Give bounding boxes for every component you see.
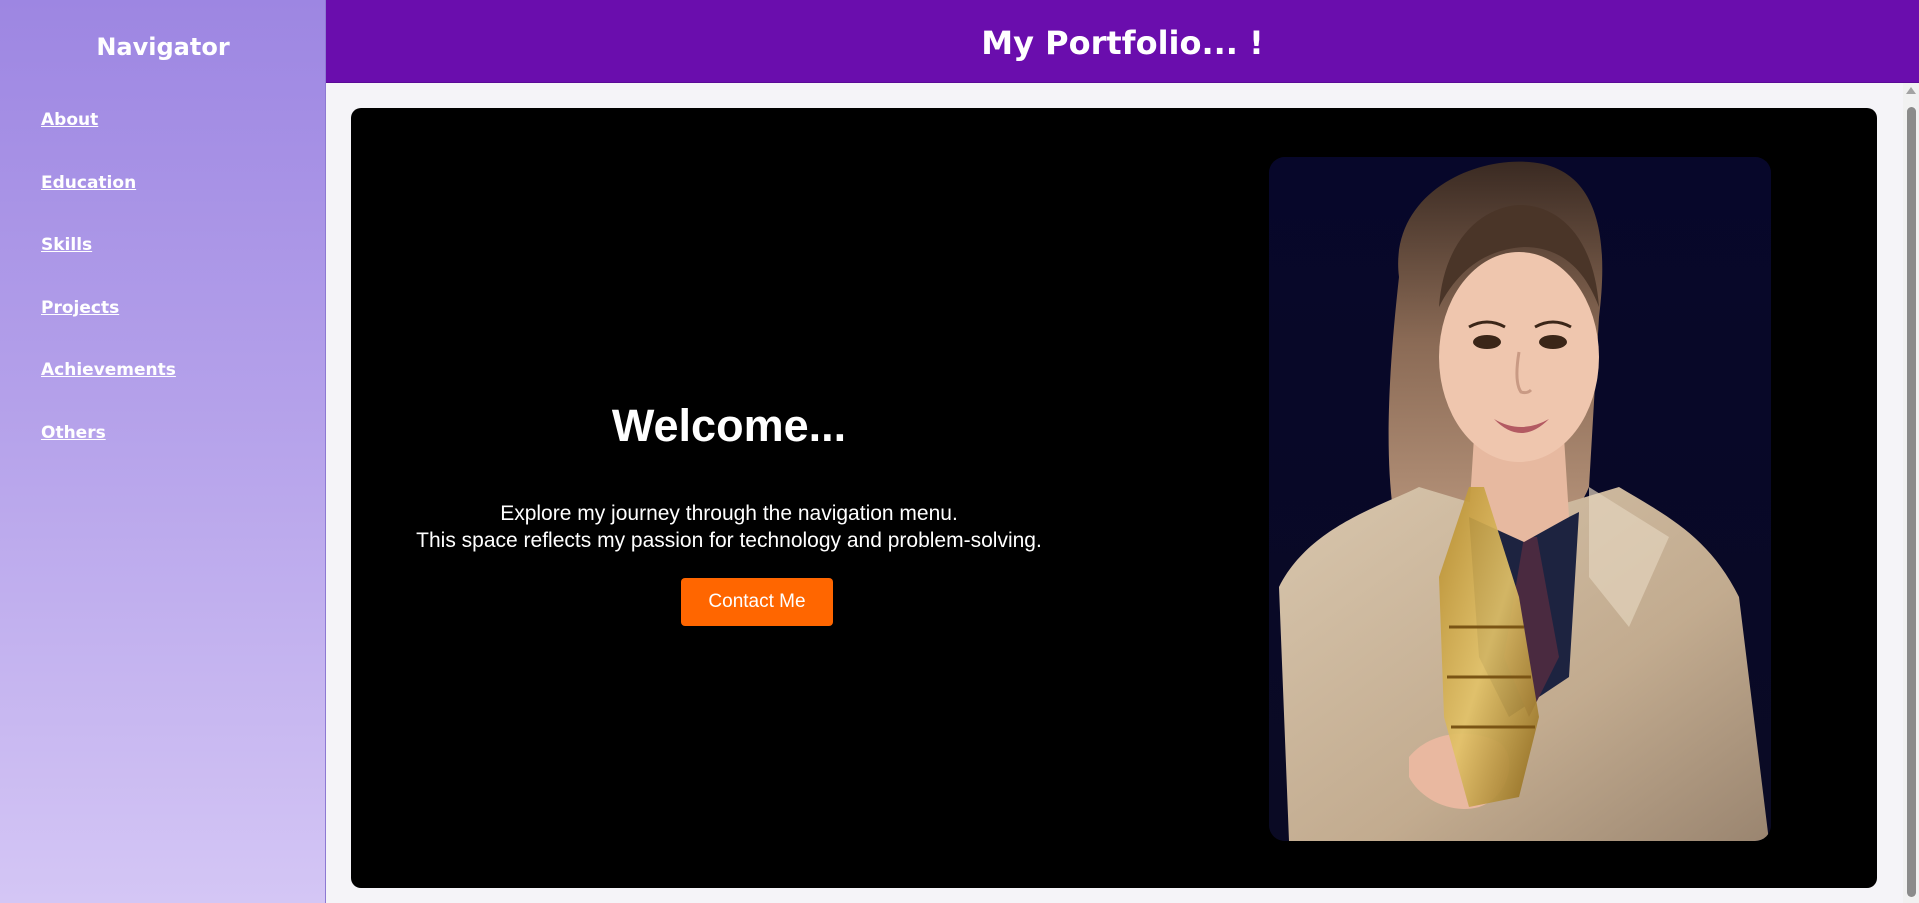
nav-link-skills[interactable]: Skills	[41, 235, 92, 255]
intro-line-1: Explore my journey through the navigatio…	[500, 502, 958, 525]
profile-photo-illustration	[1269, 157, 1771, 841]
sidebar-item-others: Others	[41, 423, 176, 486]
nav-link-about[interactable]: About	[41, 110, 98, 130]
welcome-heading: Welcome...	[611, 400, 847, 451]
page-title: My Portfolio... !	[981, 24, 1264, 62]
sidebar-item-about: About	[41, 110, 176, 173]
profile-photo	[1269, 157, 1771, 841]
scroll-up-arrow-icon[interactable]	[1906, 87, 1916, 94]
contact-me-button[interactable]: Contact Me	[681, 578, 833, 626]
intro-text: Explore my journey through the navigatio…	[391, 500, 1067, 554]
sidebar-item-skills: Skills	[41, 235, 176, 298]
sidebar-title: Navigator	[96, 33, 230, 61]
hero-section: Welcome... Explore my journey through th…	[351, 108, 1877, 888]
intro-line-2: This space reflects my passion for techn…	[416, 529, 1042, 552]
nav-link-others[interactable]: Others	[41, 423, 106, 443]
scrollbar-thumb[interactable]	[1907, 107, 1916, 897]
sidebar: Navigator About Education Skills Project…	[0, 0, 326, 903]
page-header: My Portfolio... !	[326, 0, 1919, 83]
sidebar-item-education: Education	[41, 173, 176, 236]
nav-list: About Education Skills Projects Achievem…	[41, 110, 176, 485]
sidebar-item-projects: Projects	[41, 298, 176, 361]
nav-link-achievements[interactable]: Achievements	[41, 360, 176, 380]
scrollbar[interactable]	[1903, 83, 1919, 903]
main-content: Welcome... Explore my journey through th…	[326, 83, 1903, 903]
sidebar-item-achievements: Achievements	[41, 360, 176, 423]
nav-link-education[interactable]: Education	[41, 173, 136, 193]
nav-link-projects[interactable]: Projects	[41, 298, 119, 318]
